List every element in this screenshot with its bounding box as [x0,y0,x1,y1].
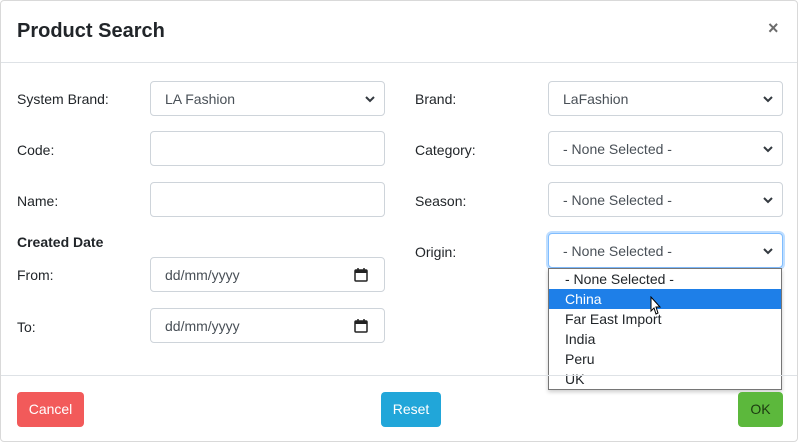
code-label: Code: [17,142,55,158]
system-brand-value: LA Fashion [165,91,236,107]
created-date-heading: Created Date [17,234,104,250]
chevron-down-icon [763,197,773,204]
from-date-input[interactable]: dd/mm/yyyy [150,257,385,292]
from-label: From: [17,267,54,283]
category-label: Category: [415,142,476,158]
code-input[interactable] [150,131,385,166]
dropdown-option[interactable]: India [549,329,781,349]
brand-select[interactable]: LaFashion [548,81,783,116]
brand-value: LaFashion [563,91,629,107]
season-select[interactable]: - None Selected - [548,182,783,217]
reset-button[interactable]: Reset [381,392,441,427]
brand-label: Brand: [415,91,457,107]
product-search-modal: Product Search × System Brand: LA Fashio… [0,0,798,442]
dropdown-option[interactable]: Far East Import [549,309,781,329]
calendar-icon[interactable] [354,267,368,282]
chevron-down-icon [763,248,773,255]
ok-button[interactable]: OK [738,392,783,427]
system-brand-label: System Brand: [17,91,109,107]
dropdown-option[interactable]: Peru [549,349,781,369]
origin-value: - None Selected - [563,243,672,259]
name-label: Name: [17,193,59,209]
season-label: Season: [415,193,467,209]
chevron-down-icon [365,96,375,103]
origin-dropdown-list: - None Selected - China Far East Import … [548,268,782,390]
dropdown-option-highlighted[interactable]: China [549,289,781,309]
chevron-down-icon [763,96,773,103]
to-date-placeholder: dd/mm/yyyy [165,318,240,334]
chevron-down-icon [763,146,773,153]
origin-select[interactable]: - None Selected - [548,233,783,268]
calendar-icon[interactable] [354,318,368,333]
system-brand-select[interactable]: LA Fashion [150,81,385,116]
mouse-cursor-icon [650,296,662,315]
dropdown-option[interactable]: - None Selected - [549,269,781,289]
season-value: - None Selected - [563,192,672,208]
modal-header: Product Search × [1,1,797,63]
to-label: To: [17,319,36,335]
name-input[interactable] [150,182,385,217]
category-select[interactable]: - None Selected - [548,131,783,166]
cancel-button[interactable]: Cancel [17,392,84,427]
modal-title: Product Search [17,20,165,42]
to-date-input[interactable]: dd/mm/yyyy [150,308,385,343]
category-value: - None Selected - [563,141,672,157]
close-icon[interactable]: × [768,18,779,38]
origin-label: Origin: [415,244,457,260]
from-date-placeholder: dd/mm/yyyy [165,267,240,283]
